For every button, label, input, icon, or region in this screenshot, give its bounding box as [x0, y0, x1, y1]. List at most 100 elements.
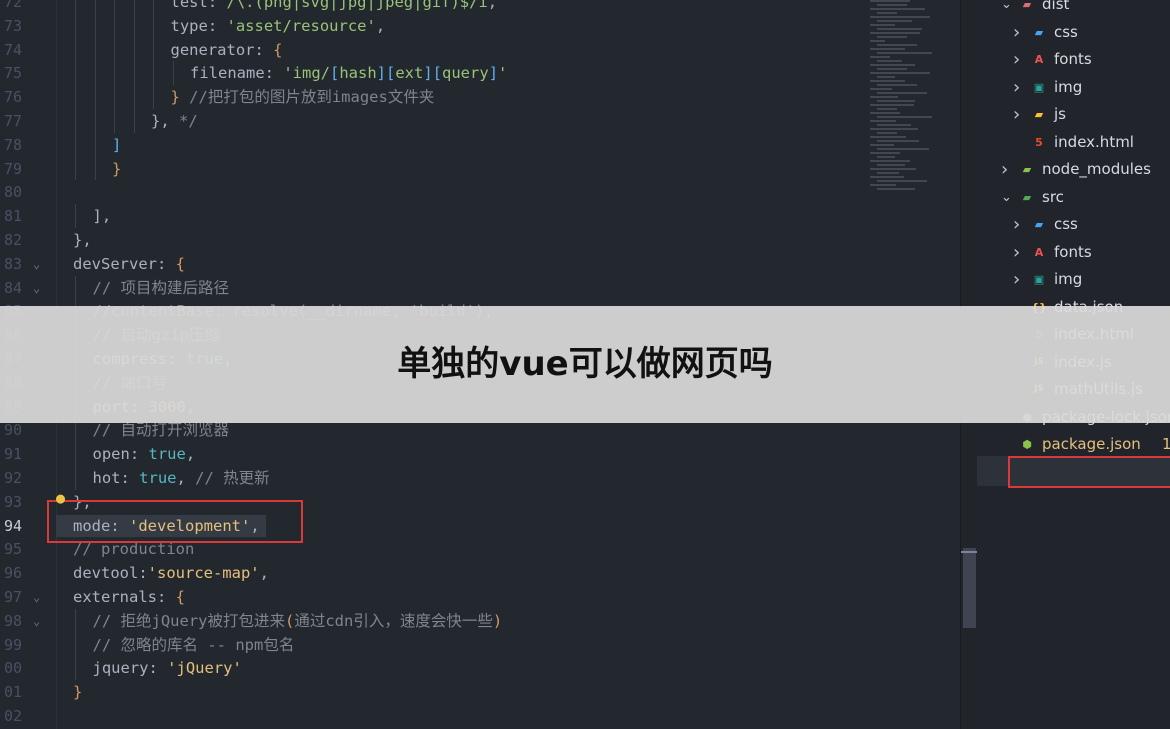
code-token: devServer:	[73, 254, 176, 273]
explorer-item-label: js	[1054, 105, 1066, 123]
code-line[interactable]: 75 filename: 'img/[hash][ext][query]'	[0, 61, 960, 85]
folder-js-icon: ▰	[1034, 108, 1044, 121]
code-line[interactable]: 83 ⌄ devServer: {	[0, 252, 960, 276]
fold-chevron-icon[interactable]: ⌄	[33, 585, 40, 609]
minimap-line	[877, 108, 897, 110]
chevron-right-icon[interactable]: ›	[1013, 46, 1025, 73]
code-token: // 项目构建后路径	[92, 278, 230, 297]
code-line[interactable]: 96 devtool:'source-map',	[0, 561, 960, 585]
code-token: )	[492, 611, 503, 630]
highlight-box-selected-file	[1008, 456, 1170, 488]
chevron-right-icon[interactable]: ›	[1013, 101, 1025, 128]
code-token: open:	[92, 445, 149, 464]
code-line[interactable]: 77}, */	[0, 109, 960, 133]
code-token: },	[151, 112, 179, 130]
code-line[interactable]: 92 hot: true, // 热更新	[0, 466, 960, 490]
minimap-line	[877, 148, 929, 150]
minimap-line	[870, 80, 905, 82]
code-line[interactable]: 91 open: true,	[0, 442, 960, 466]
lightbulb-icon[interactable]: ●	[56, 489, 65, 507]
indent-guide	[94, 0, 96, 14]
explorer-item-fonts[interactable]: › Afonts	[977, 46, 1170, 73]
code-token: {	[175, 588, 185, 606]
minimap-line	[877, 84, 917, 86]
minimap-line	[877, 76, 895, 78]
minimap-line	[870, 136, 906, 138]
code-line[interactable]: 97 ⌄ externals: {	[0, 585, 960, 609]
fold-chevron-icon[interactable]: ⌄	[33, 276, 40, 300]
explorer-item-img[interactable]: › ▣ img	[977, 266, 1170, 293]
minimap[interactable]	[870, 0, 960, 200]
code-line[interactable]: 72 test: /\.(png|svg|jpg|jpeg|gif)$/i,	[0, 0, 960, 14]
explorer-item-fonts[interactable]: › Afonts	[977, 239, 1170, 266]
code-text: }, */	[151, 109, 198, 133]
minimap-line	[870, 56, 890, 58]
explorer-item-img[interactable]: › ▣ img	[977, 74, 1170, 101]
minimap-line	[877, 124, 911, 126]
chevron-right-icon[interactable]: ›	[1001, 156, 1013, 183]
code-line[interactable]: 76} //把打包的图片放到images文件夹	[0, 85, 960, 109]
scrollbar-thumb[interactable]	[963, 548, 976, 628]
explorer-item-css[interactable]: › ▰ css	[977, 19, 1170, 46]
minimap-line	[870, 48, 905, 50]
indent-guide	[94, 132, 96, 157]
code-line[interactable]: 73 type: 'asset/resource',	[0, 14, 960, 38]
explorer-item-node-modules[interactable]: › ▰ node_modules	[977, 156, 1170, 183]
minimap-line	[870, 152, 900, 154]
indent-guide	[114, 37, 115, 62]
fold-chevron-icon[interactable]: ⌄	[33, 252, 40, 276]
code-token: // 拒绝jQuery被打包进来	[92, 611, 286, 630]
indent-guide	[94, 61, 96, 86]
code-text: test: /\.(png|svg|jpg|jpeg|gif)$/i,	[171, 0, 498, 14]
code-line[interactable]: 81],	[0, 204, 960, 228]
chevron-right-icon[interactable]: ›	[1013, 74, 1025, 101]
chevron-right-icon[interactable]: ›	[1013, 19, 1025, 46]
code-line[interactable]: 80	[0, 180, 960, 204]
indent-guide	[114, 13, 115, 38]
code-line[interactable]: 79}	[0, 157, 960, 181]
code-token: ,	[375, 16, 386, 35]
code-line[interactable]: 02	[0, 704, 960, 728]
minimap-line	[877, 100, 915, 102]
chevron-right-icon[interactable]: ›	[1013, 211, 1025, 238]
explorer-item-src[interactable]: ⌄ ▰ src	[977, 184, 1170, 211]
line-number: 94	[3, 516, 22, 535]
indent-guide	[153, 0, 154, 14]
line-number: 80	[3, 183, 22, 202]
code-line[interactable]: 74 generator: {	[0, 38, 960, 62]
code-token: {	[175, 254, 185, 273]
explorer-item-package-json[interactable]: ⬢ package.json 1	[977, 431, 1170, 458]
code-line[interactable]: 00 jquery: 'jQuery'	[0, 656, 960, 680]
minimap-line	[877, 132, 897, 134]
minimap-line	[877, 4, 907, 6]
chevron-down-icon[interactable]: ⌄	[1001, 0, 1013, 18]
code-token: ][	[376, 64, 396, 83]
indent-guide	[75, 204, 76, 228]
explorer-item-label: dist	[1042, 0, 1070, 13]
chevron-right-icon[interactable]: ›	[1013, 266, 1025, 293]
fold-chevron-icon[interactable]: ⌄	[33, 609, 40, 633]
code-line[interactable]: 78]	[0, 133, 960, 157]
minimap-line	[870, 64, 915, 66]
explorer-item-css[interactable]: › ▰ css	[977, 211, 1170, 238]
code-token: hash	[339, 64, 377, 83]
chevron-down-icon[interactable]: ⌄	[1001, 184, 1013, 211]
code-text: ]	[112, 133, 121, 157]
line-number: 83	[3, 254, 22, 273]
code-line[interactable]: 01}	[0, 680, 960, 704]
code-text: devServer: {	[73, 252, 185, 276]
explorer-item-js[interactable]: › ▰ js	[977, 101, 1170, 128]
code-token: },	[73, 231, 92, 249]
chevron-right-icon[interactable]: ›	[1013, 239, 1025, 266]
code-line[interactable]: 82},	[0, 228, 960, 252]
code-text: jquery: 'jQuery'	[93, 656, 242, 680]
minimap-line	[870, 120, 896, 122]
explorer-item-dist[interactable]: ⌄ ▰ dist	[977, 0, 1170, 18]
code-line[interactable]: 99 // 忽略的库名 -- npm包名	[0, 633, 960, 657]
code-line[interactable]: 84 ⌄ // 项目构建后路径	[0, 276, 960, 300]
code-text: }	[73, 680, 82, 704]
code-line[interactable]: 98 ⌄ // 拒绝jQuery被打包进来(通过cdn引入，速度会快一些)	[0, 609, 960, 633]
explorer-item-index-html[interactable]: 5 index.html	[977, 129, 1170, 156]
indent-guide	[75, 275, 76, 300]
indent-guide	[133, 13, 135, 38]
